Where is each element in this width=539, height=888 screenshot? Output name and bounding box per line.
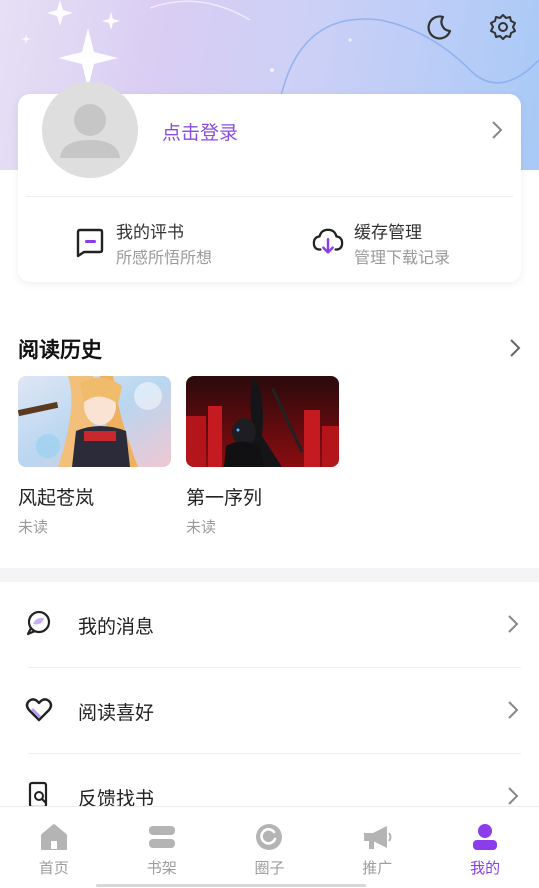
heart-icon <box>24 694 54 724</box>
menu-label: 阅读喜好 <box>78 702 155 724</box>
book-title: 第一序列 <box>186 487 263 509</box>
gear-icon[interactable] <box>488 12 518 42</box>
user-icon <box>470 821 500 853</box>
cloud-download-icon <box>312 226 344 258</box>
history-book-card[interactable]: 风起苍岚 未读 <box>18 376 171 537</box>
my-reviews-title: 我的评书 <box>116 223 184 243</box>
home-indicator <box>96 884 366 887</box>
tab-promotion[interactable]: 推广 <box>323 807 431 888</box>
tab-label: 推广 <box>362 859 393 877</box>
my-reviews-button[interactable]: 我的评书 所感所悟所想 <box>74 222 212 269</box>
login-link[interactable]: 点击登录 <box>162 118 238 145</box>
my-reviews-subtitle: 所感所悟所想 <box>116 248 213 267</box>
tab-mine[interactable]: 我的 <box>431 807 539 888</box>
book-cover[interactable] <box>186 376 339 467</box>
menu-label: 我的消息 <box>78 616 155 638</box>
profile-card: 点击登录 我的评书 所感所悟所想 缓存管理 管理下载记录 <box>18 82 521 282</box>
book-status: 未读 <box>18 518 49 536</box>
divider <box>26 196 513 197</box>
menu-item-reading-preferences[interactable]: 阅读喜好 <box>0 668 539 754</box>
moon-icon[interactable] <box>424 12 454 42</box>
cache-management-button[interactable]: 缓存管理 管理下载记录 <box>312 222 450 269</box>
chevron-right-icon <box>507 700 519 724</box>
megaphone-icon <box>361 821 393 853</box>
chevron-right-icon[interactable] <box>509 338 521 362</box>
reading-history-title: 阅读历史 <box>18 338 102 362</box>
avatar[interactable] <box>42 82 138 178</box>
tab-home[interactable]: 首页 <box>0 807 108 888</box>
tab-label: 圈子 <box>254 859 285 877</box>
cache-management-title: 缓存管理 <box>354 223 422 243</box>
message-icon <box>24 608 54 638</box>
tab-label: 我的 <box>470 859 501 877</box>
tab-bookshelf[interactable]: 书架 <box>108 807 216 888</box>
circle-icon <box>254 821 284 853</box>
cache-management-subtitle: 管理下载记录 <box>354 248 451 267</box>
book-status: 未读 <box>186 518 217 536</box>
history-book-card[interactable]: 第一序列 未读 <box>186 376 339 537</box>
tab-label: 书架 <box>146 859 177 877</box>
tab-circle[interactable]: 圈子 <box>216 807 324 888</box>
chevron-right-icon[interactable] <box>491 120 503 144</box>
book-title: 风起苍岚 <box>18 487 95 509</box>
menu-item-messages[interactable]: 我的消息 <box>0 582 539 668</box>
chevron-right-icon <box>507 614 519 638</box>
tab-label: 首页 <box>38 859 69 877</box>
home-icon <box>39 821 69 853</box>
comment-icon <box>74 226 106 258</box>
book-cover[interactable] <box>18 376 171 467</box>
bottom-tab-bar: 首页 书架 圈子 推广 我的 <box>0 806 539 888</box>
section-separator <box>0 568 539 582</box>
bookshelf-icon <box>147 821 177 853</box>
